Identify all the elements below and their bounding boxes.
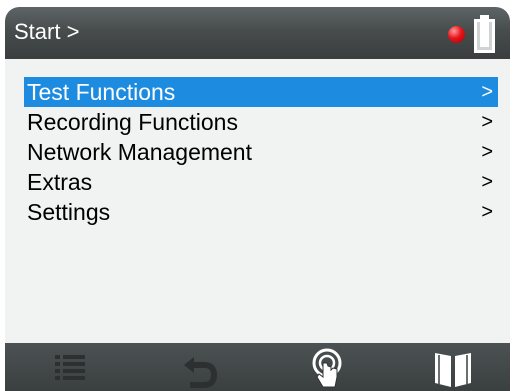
battery-icon <box>474 15 495 53</box>
breadcrumb-title: Start > <box>14 19 80 44</box>
manual-button[interactable] <box>423 343 483 391</box>
menu-item-label: Extras <box>27 169 93 195</box>
menu-item-recording-functions[interactable]: Recording Functions > <box>24 107 498 137</box>
chevron-right-icon: > <box>481 201 493 223</box>
main-menu: Test Functions > Recording Functions > N… <box>24 77 498 227</box>
device-screen: Start > Test Functions > Recording Funct… <box>5 7 510 391</box>
battery-level-fill <box>480 21 489 47</box>
menu-item-extras[interactable]: Extras > <box>24 167 498 197</box>
menu-item-test-functions[interactable]: Test Functions > <box>24 77 498 107</box>
menu-item-network-management[interactable]: Network Management > <box>24 137 498 167</box>
menu-item-settings[interactable]: Settings > <box>24 197 498 227</box>
recording-indicator-icon <box>448 26 465 43</box>
back-button[interactable] <box>168 343 228 391</box>
list-button[interactable] <box>41 343 101 391</box>
chevron-right-icon: > <box>481 141 493 163</box>
menu-item-label: Test Functions <box>27 79 176 105</box>
touch-icon <box>312 348 342 388</box>
header-bar: Start > <box>5 7 510 59</box>
touch-button[interactable] <box>297 343 357 391</box>
menu-item-label: Recording Functions <box>27 109 238 135</box>
manual-book-icon <box>435 353 471 387</box>
softkey-bar <box>5 343 510 391</box>
back-icon <box>184 357 218 388</box>
chevron-right-icon: > <box>481 111 493 133</box>
menu-item-label: Settings <box>27 199 111 225</box>
list-icon <box>55 355 85 380</box>
chevron-right-icon: > <box>481 171 493 193</box>
chevron-right-icon: > <box>481 81 493 103</box>
menu-item-label: Network Management <box>27 139 252 165</box>
